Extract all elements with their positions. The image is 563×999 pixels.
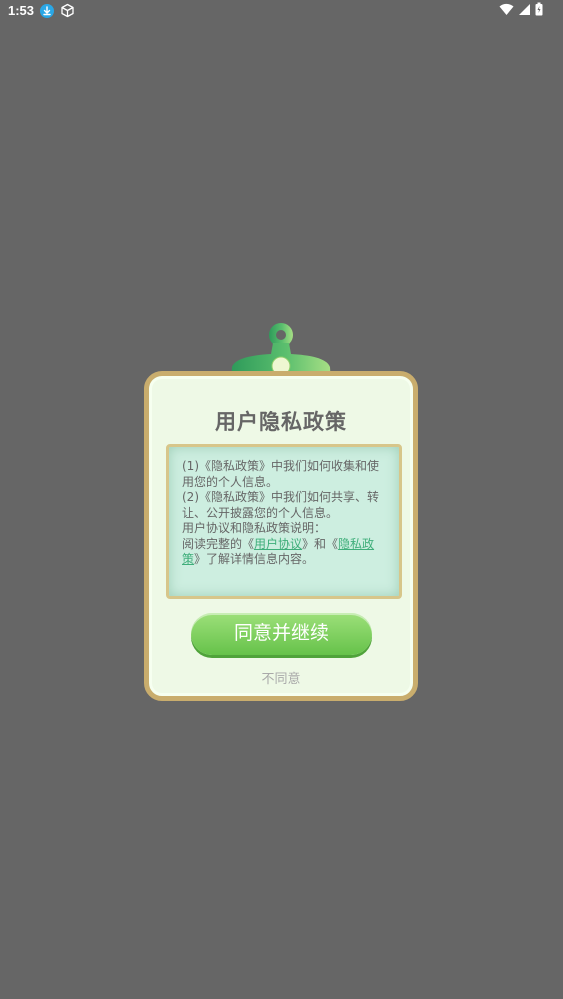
- user-agreement-link[interactable]: 用户协议: [254, 537, 302, 551]
- policy-line-4: 阅读完整的《用户协议》和《隐私政策》了解详情信息内容。: [182, 537, 385, 568]
- policy-line-3: 用户协议和隐私政策说明：: [182, 521, 327, 535]
- download-icon: [40, 3, 55, 18]
- privacy-dialog: 用户隐私政策 (1)《隐私政策》中我们如何收集和使用您的个人信息。 (2)《隐私…: [144, 371, 418, 701]
- policy-line-2: (2)《隐私政策》中我们如何共享、转让、公开披露您的个人信息。: [182, 490, 379, 520]
- status-bar: 1:53: [0, 0, 563, 24]
- disagree-button[interactable]: 不同意: [149, 668, 413, 687]
- policy-line-1: (1)《隐私政策》中我们如何收集和使用您的个人信息。: [182, 459, 379, 489]
- status-left: 1:53: [8, 3, 75, 18]
- policy-content: (1)《隐私政策》中我们如何收集和使用您的个人信息。 (2)《隐私政策》中我们如…: [166, 444, 402, 599]
- status-right: [499, 2, 543, 19]
- dialog-title: 用户隐私政策: [215, 410, 347, 434]
- signal-icon: [518, 3, 531, 19]
- wifi-icon: [499, 3, 514, 19]
- agree-continue-button[interactable]: 同意并继续: [191, 613, 372, 655]
- status-time: 1:53: [8, 3, 35, 18]
- battery-icon: [535, 2, 543, 19]
- policy-line-4-suffix: 》了解详情信息内容。: [194, 552, 315, 566]
- box-icon: [60, 3, 75, 18]
- policy-line-4-prefix: 阅读完整的《: [182, 536, 255, 551]
- policy-line-4-middle: 》和《: [302, 536, 339, 551]
